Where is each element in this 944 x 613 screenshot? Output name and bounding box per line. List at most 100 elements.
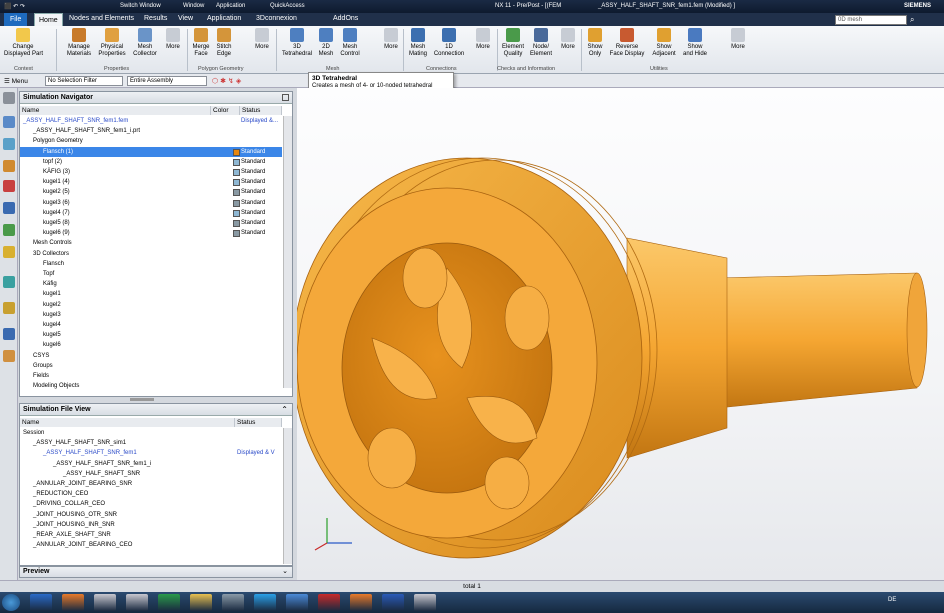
tree-row[interactable]: Session [20,428,282,438]
column-name[interactable]: Name [20,106,211,115]
tree-row[interactable]: 3D Collectors [20,249,282,259]
quick-access-icons[interactable]: ⬛ ↶ ↷ [4,3,25,10]
more-button[interactable]: More [251,28,273,51]
tree-row[interactable]: kugel2 (5) Standard [20,187,282,197]
tree-row[interactable]: Flansch (1) Standard [20,146,282,157]
tree-row[interactable]: Modeling Objects [20,381,282,391]
navigator-icon[interactable] [3,116,15,128]
show-hide-button[interactable]: Show and Hide [681,28,709,57]
color-swatch[interactable] [233,148,240,156]
skype-icon[interactable] [254,594,276,611]
roles-icon[interactable] [3,224,15,236]
tree-row[interactable]: _ANNULAR_JOINT_BEARING_SNR [20,479,282,489]
tab-3dconnexion[interactable]: 3Dconnexion [256,15,297,22]
nx-icon[interactable] [414,594,436,611]
show-only-button[interactable]: Show Only [584,28,606,57]
color-swatch[interactable] [233,199,240,207]
selection-filter-dropdown[interactable]: No Selection Filter [45,76,123,86]
stitch-edge-button[interactable]: Stitch Edge [213,28,235,57]
column-name[interactable]: Name [20,418,235,427]
cv-joint-model[interactable] [291,157,928,559]
scope-dropdown[interactable]: Entire Assembly [127,76,207,86]
physical-properties-button[interactable]: Physical Properties [97,28,127,57]
tree-row[interactable]: Topf [20,269,282,279]
tree-row[interactable]: _ASSY_HALF_SHAFT_SNR_fem1.fem Displayed &… [20,116,282,126]
tree-row[interactable]: kugel5 (8) Standard [20,218,282,228]
explorer-icon[interactable] [190,594,212,611]
node-element-button[interactable]: Node/ Element [528,28,554,57]
tree-row[interactable]: kugel1 [20,289,282,299]
tree-row[interactable]: _ASSY_HALF_SHAFT_SNR_sim1 [20,438,282,448]
scrollbar[interactable] [283,428,292,564]
show-adjacent-button[interactable]: Show Adjacent [650,28,678,57]
tab-file[interactable]: File [4,13,28,26]
tree-row[interactable]: kugel2 [20,300,282,310]
more-button[interactable]: More [727,28,749,51]
tree-row[interactable]: topf (2) Standard [20,157,282,167]
tree-row[interactable]: Mesh Controls [20,238,282,248]
merge-face-button[interactable]: Merge Face [190,28,212,57]
tree-row[interactable]: Fields [20,371,282,381]
snap-icons[interactable]: ⬡✱↯◈ [212,77,243,85]
firefox-icon[interactable] [350,594,372,611]
manage-materials-button[interactable]: Manage Materials [64,28,94,57]
materials-icon[interactable] [3,350,15,362]
search-icon[interactable]: ⌕ [910,15,914,25]
graphics-window[interactable] [291,88,944,580]
tree-row[interactable]: Groups [20,361,282,371]
tree-row[interactable]: KÄFIG (3) Standard [20,167,282,177]
color-swatch[interactable] [233,158,240,166]
2d-mesh-button[interactable]: 2D Mesh [316,28,336,57]
tree-row[interactable]: kugel3 (6) Standard [20,198,282,208]
change-displayed-part-button[interactable]: Change Displayed Part [4,28,43,57]
acrobat-icon[interactable] [318,594,340,611]
part-icon[interactable] [3,160,15,172]
firefox-icon[interactable] [62,594,84,611]
tool-icon[interactable] [3,302,15,314]
color-swatch[interactable] [233,169,240,176]
1d-connection-button[interactable]: 1D Connection [432,28,466,57]
column-color[interactable]: Color [211,106,240,115]
sim-icon[interactable] [3,202,15,214]
tree-row[interactable]: kugel6 [20,340,282,350]
tree-row[interactable]: _JOINT_HOUSING_OTR_SNR [20,510,282,520]
more-button[interactable]: More [380,28,402,51]
clock-icon[interactable] [3,328,15,340]
column-status[interactable]: Status [240,106,282,115]
tab-application[interactable]: Application [207,15,241,22]
outlook-icon[interactable] [30,594,52,611]
color-swatch[interactable] [233,189,240,197]
tree-row[interactable]: _ASSY_HALF_SHAFT_SNR_fem1 Displayed & V [20,448,282,458]
start-button[interactable] [2,594,20,611]
tree-row[interactable]: kugel3 [20,310,282,320]
tree-row[interactable]: kugel5 [20,330,282,340]
web-icon[interactable] [3,246,15,258]
tree-row[interactable]: _ASSY_HALF_SHAFT_SNR [20,469,282,479]
color-swatch[interactable] [233,209,240,217]
app-icon[interactable] [94,594,116,611]
language-indicator[interactable]: DE [888,597,896,603]
app-icon[interactable] [286,594,308,611]
tree-row[interactable]: _ASSY_HALF_SHAFT_SNR_fem1_i [20,459,282,469]
window-menu[interactable]: Window [183,3,204,9]
excel-icon[interactable] [158,594,180,611]
tree-row[interactable]: Polygon Geometry [20,136,282,146]
tree-row[interactable]: kugel6 (9) Standard [20,228,282,238]
history-icon[interactable] [3,180,15,192]
tab-nodes-elements[interactable]: Nodes and Elements [69,15,134,22]
settings-icon[interactable] [3,92,15,104]
mesh-mating-button[interactable]: Mesh Mating [406,28,430,57]
tree-row[interactable]: _ANNULAR_JOINT_BEARING_CEO [20,540,282,550]
more-button[interactable]: More [557,28,579,51]
expand-icon[interactable]: ⌄ [282,567,288,575]
more-button[interactable]: More [472,28,494,51]
word-icon[interactable] [382,594,404,611]
tab-addons[interactable]: AddOns [333,15,358,22]
tree-row[interactable]: CSYS [20,351,282,361]
mesh-control-button[interactable]: Mesh Control [338,28,362,57]
tab-view[interactable]: View [178,15,193,22]
element-quality-button[interactable]: Element Quality [500,28,526,57]
color-swatch[interactable] [233,220,240,227]
tab-home[interactable]: Home [34,13,63,26]
tree-row[interactable]: Flansch [20,259,282,269]
